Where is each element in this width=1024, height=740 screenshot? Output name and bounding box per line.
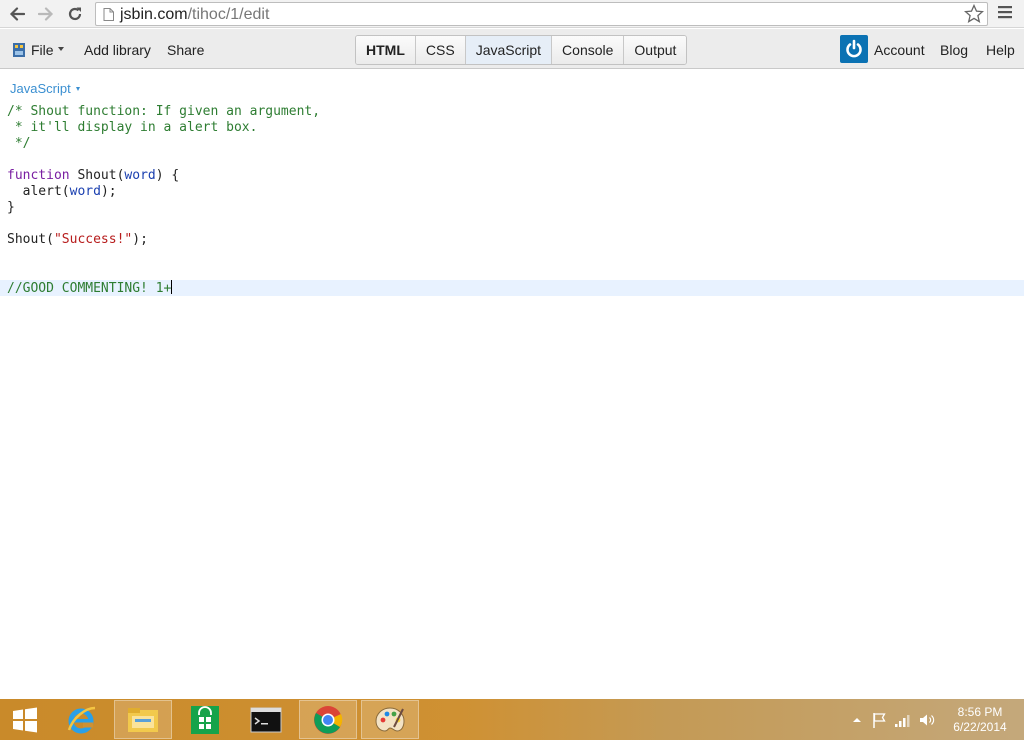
code-line: } <box>7 200 15 215</box>
reload-button[interactable] <box>64 3 86 25</box>
forward-arrow-icon <box>38 7 54 21</box>
reload-icon <box>68 7 82 21</box>
taskbar-clock[interactable]: 8:56 PM 6/22/2014 <box>945 705 1015 735</box>
volume-icon[interactable] <box>919 713 935 727</box>
taskbar-command-prompt[interactable] <box>237 700 295 739</box>
paint-palette-icon <box>375 706 405 732</box>
store-icon <box>191 705 219 734</box>
network-signal-icon[interactable] <box>895 713 911 727</box>
browser-toolbar: jsbin.com/tihoc/1/edit <box>0 0 1024 28</box>
bookmark-star-icon[interactable] <box>964 4 984 24</box>
code-line: * it'll display in a alert box. <box>7 120 258 135</box>
code-line: */ <box>7 136 31 151</box>
hamburger-menu-icon <box>998 6 1012 19</box>
language-caret-icon <box>76 87 80 91</box>
clock-time: 8:56 PM <box>957 705 1003 719</box>
panel-tab-console[interactable]: Console <box>552 36 625 64</box>
url-host: jsbin.com <box>120 6 188 23</box>
active-code-line: //GOOD COMMENTING! 1+ <box>0 280 1024 296</box>
command-prompt-icon <box>250 707 282 732</box>
file-menu[interactable]: File <box>31 42 54 58</box>
back-button[interactable] <box>6 3 28 25</box>
code-area[interactable]: /* Shout function: If given an argument,… <box>0 104 1024 296</box>
help-link[interactable]: Help <box>986 42 1015 58</box>
panel-tab-css[interactable]: CSS <box>415 36 466 64</box>
start-button[interactable] <box>0 700 50 739</box>
login-button[interactable] <box>840 35 868 63</box>
taskbar-internet-explorer[interactable] <box>52 700 110 739</box>
back-arrow-icon <box>9 7 25 21</box>
taskbar-store[interactable] <box>176 700 234 739</box>
show-hidden-icons-icon[interactable] <box>852 716 862 724</box>
chrome-menu-button[interactable] <box>998 5 1012 24</box>
address-bar[interactable]: jsbin.com/tihoc/1/edit <box>95 2 988 26</box>
windows-taskbar: 8:56 PM 6/22/2014 <box>0 699 1024 740</box>
jsbin-toolbar: File Add library Share HTML CSS JavaScri… <box>0 29 1024 69</box>
power-icon <box>846 39 862 58</box>
javascript-editor[interactable]: JavaScript /* Shout function: If given a… <box>0 70 1024 699</box>
blog-link[interactable]: Blog <box>940 42 968 58</box>
code-line: alert(word); <box>22 184 117 199</box>
code-line: function Shout(word) { <box>7 168 180 183</box>
internet-explorer-icon <box>67 706 96 733</box>
clock-date: 6/22/2014 <box>953 720 1007 734</box>
action-center-flag-icon[interactable] <box>872 712 886 728</box>
page-icon <box>103 8 114 21</box>
add-library-button[interactable]: Add library <box>84 42 151 58</box>
windows-logo-icon <box>13 707 37 732</box>
text-cursor <box>171 280 173 294</box>
file-caret-icon <box>58 47 64 51</box>
share-button[interactable]: Share <box>167 42 204 58</box>
url-path: /tihoc/1/edit <box>187 6 270 23</box>
folder-icon <box>128 707 158 732</box>
panel-toggle-group: HTML CSS JavaScript Console Output <box>355 35 688 65</box>
taskbar-file-explorer[interactable] <box>114 700 172 739</box>
system-tray <box>852 699 935 740</box>
taskbar-paint[interactable] <box>361 700 419 739</box>
taskbar-chrome[interactable] <box>299 700 357 739</box>
jsbin-file-icon[interactable] <box>13 43 25 57</box>
code-line: /* Shout function: If given an argument, <box>7 104 321 119</box>
account-link[interactable]: Account <box>874 42 925 58</box>
code-line: Shout("Success!"); <box>7 232 148 247</box>
url-text[interactable]: jsbin.com/tihoc/1/edit <box>120 5 269 25</box>
panel-tab-javascript[interactable]: JavaScript <box>465 36 553 64</box>
panel-tab-output[interactable]: Output <box>624 36 687 64</box>
panel-tab-html[interactable]: HTML <box>356 36 416 64</box>
chrome-icon <box>314 705 343 734</box>
forward-button[interactable] <box>35 3 57 25</box>
language-selector[interactable]: JavaScript <box>10 81 71 96</box>
